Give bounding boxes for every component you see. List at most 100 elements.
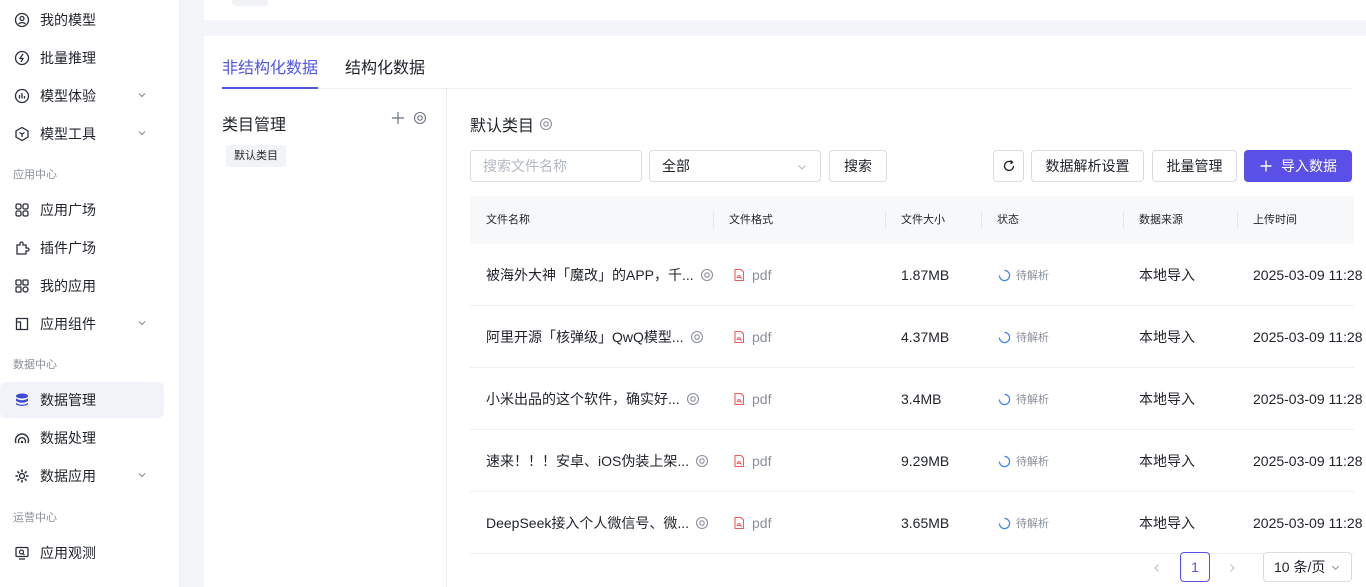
table-row[interactable]: 小米出品的这个软件，确实好... pdf 3.4MB 待解析 本地导入 2025…: [470, 368, 1363, 430]
file-format-text: pdf: [752, 453, 772, 469]
file-name-text[interactable]: 阿里开源「核弹级」QwQ模型...: [486, 327, 684, 347]
sidebar-item-app-observe[interactable]: 应用观测: [0, 535, 164, 571]
column-header-size: 文件大小: [901, 214, 945, 226]
sidebar-item-label: 数据应用: [40, 468, 96, 484]
table-header: 文件名称 文件格式 文件大小 状态 数据来源 上传时间: [470, 196, 1354, 244]
prev-page-icon[interactable]: [1151, 562, 1163, 574]
info-icon[interactable]: [700, 268, 714, 282]
sidebar-item-label: 我的模型: [40, 12, 96, 28]
table-row[interactable]: 被海外大神「魔改」的APP，千... pdf 1.87MB 待解析 本地导入 2…: [470, 244, 1363, 306]
info-icon[interactable]: [686, 392, 700, 406]
info-icon[interactable]: [695, 516, 709, 530]
pdf-icon: [734, 330, 745, 344]
top-card-stub: [232, 0, 268, 6]
sidebar-item-label: 模型工具: [40, 126, 96, 142]
cell-file-name: DeepSeek接入个人微信号、微...: [486, 492, 709, 554]
file-format-text: pdf: [752, 391, 772, 407]
top-card: [204, 0, 1366, 20]
sidebar-item-my-models[interactable]: 我的模型: [0, 2, 164, 38]
content-title: 默认类目: [470, 112, 553, 136]
plus-icon[interactable]: [391, 111, 405, 125]
page-size-select[interactable]: 10 条/页: [1263, 552, 1352, 582]
batch-manage-button[interactable]: 批量管理: [1152, 150, 1237, 182]
cell-source: 本地导入: [1139, 453, 1195, 469]
pdf-icon: [734, 268, 745, 282]
file-name-text[interactable]: 小米出品的这个软件，确实好...: [486, 389, 680, 409]
table-row[interactable]: 速来！！！安卓、iOS伪装上架... pdf 9.29MB 待解析 本地导入 2…: [470, 430, 1363, 492]
column-header-upload-time: 上传时间: [1253, 214, 1297, 226]
content-area: 默认类目 全部 搜索 数据解析设置 批量管理 导入数据 文件名称: [470, 89, 1363, 587]
cell-upload-time: 2025-03-09 11:28: [1253, 453, 1363, 469]
file-name-text[interactable]: 速来！！！安卓、iOS伪装上架...: [486, 451, 689, 471]
info-icon[interactable]: [690, 330, 704, 344]
file-format-text: pdf: [752, 267, 772, 283]
section-app-center: 应用中心: [13, 169, 57, 181]
refresh-button[interactable]: [993, 150, 1024, 182]
sidebar: 我的模型 批量推理 模型体验 模型工具 应用中心 应用广场 插件广场 我的应用 …: [0, 0, 180, 587]
cell-status: 待解析: [998, 244, 1049, 306]
cell-file-size: 9.29MB: [901, 453, 950, 469]
info-icon[interactable]: [695, 454, 709, 468]
page-number-current[interactable]: 1: [1180, 552, 1210, 582]
page-size-value: 10 条/页: [1274, 559, 1326, 575]
component-icon: [14, 316, 30, 332]
chevron-down-icon: [138, 473, 146, 478]
cell-upload-time: 2025-03-09 11:28: [1253, 267, 1363, 283]
sidebar-item-label: 插件广场: [40, 240, 96, 256]
sidebar-item-label: 数据管理: [40, 392, 96, 408]
cell-file-name: 阿里开源「核弹级」QwQ模型...: [486, 306, 704, 368]
next-page-icon[interactable]: [1226, 562, 1238, 574]
pdf-icon: [734, 454, 745, 468]
cell-source: 本地导入: [1139, 267, 1195, 283]
sidebar-item-label: 批量推理: [40, 50, 96, 66]
status-text: 待解析: [1016, 332, 1049, 344]
data-app-icon: [14, 468, 30, 484]
filter-select[interactable]: 全部: [649, 150, 821, 182]
sidebar-item-data-processing[interactable]: 数据处理: [0, 420, 164, 456]
sidebar-item-model-tools[interactable]: 模型工具: [0, 116, 164, 152]
info-icon[interactable]: [539, 117, 553, 131]
table-row[interactable]: 阿里开源「核弹级」QwQ模型... pdf 4.37MB 待解析 本地导入 20…: [470, 306, 1363, 368]
chevron-down-icon: [1331, 565, 1340, 571]
tab-structured-data[interactable]: 结构化数据: [345, 54, 425, 89]
column-header-source: 数据来源: [1139, 214, 1183, 226]
file-format-text: pdf: [752, 329, 772, 345]
pdf-icon: [734, 392, 745, 406]
cell-file-name: 被海外大神「魔改」的APP，千...: [486, 244, 714, 306]
cell-status: 待解析: [998, 306, 1049, 368]
database-icon: [14, 392, 30, 408]
sidebar-item-app-components[interactable]: 应用组件: [0, 306, 164, 342]
sidebar-item-data-management[interactable]: 数据管理: [0, 382, 164, 418]
cell-file-format: pdf: [732, 368, 771, 430]
search-input[interactable]: [470, 150, 642, 182]
file-name-text[interactable]: DeepSeek接入个人微信号、微...: [486, 513, 689, 533]
cell-file-name: 小米出品的这个软件，确实好...: [486, 368, 700, 430]
observe-icon: [14, 545, 30, 561]
refresh-icon: [1003, 160, 1014, 172]
cell-file-size: 1.87MB: [901, 267, 950, 283]
search-button[interactable]: 搜索: [829, 150, 887, 182]
status-text: 待解析: [1016, 518, 1049, 530]
sidebar-item-app-square[interactable]: 应用广场: [0, 192, 164, 228]
app-square-icon: [14, 202, 30, 218]
parse-settings-button[interactable]: 数据解析设置: [1031, 150, 1144, 182]
cell-upload-time: 2025-03-09 11:28: [1253, 329, 1363, 345]
cell-file-format: pdf: [732, 244, 771, 306]
table-row[interactable]: DeepSeek接入个人微信号、微... pdf 3.65MB 待解析 本地导入…: [470, 492, 1363, 554]
data-processing-icon: [14, 430, 30, 446]
sidebar-item-label: 应用组件: [40, 316, 96, 332]
loading-icon: [998, 455, 1011, 467]
cell-file-format: pdf: [732, 306, 771, 368]
file-name-text[interactable]: 被海外大神「魔改」的APP，千...: [486, 265, 694, 285]
sidebar-item-plugin-square[interactable]: 插件广场: [0, 230, 164, 266]
tab-unstructured-data[interactable]: 非结构化数据: [222, 54, 319, 89]
category-chip-default[interactable]: 默认类目: [226, 145, 286, 167]
sidebar-item-model-experience[interactable]: 模型体验: [0, 78, 164, 114]
sidebar-item-batch-inference[interactable]: 批量推理: [0, 40, 164, 76]
cell-file-format: pdf: [732, 430, 771, 492]
sidebar-item-my-apps[interactable]: 我的应用: [0, 268, 164, 304]
sidebar-item-data-apps[interactable]: 数据应用: [0, 458, 164, 494]
my-apps-icon: [14, 278, 30, 294]
import-data-button[interactable]: 导入数据: [1244, 150, 1352, 182]
settings-icon[interactable]: [413, 111, 427, 125]
